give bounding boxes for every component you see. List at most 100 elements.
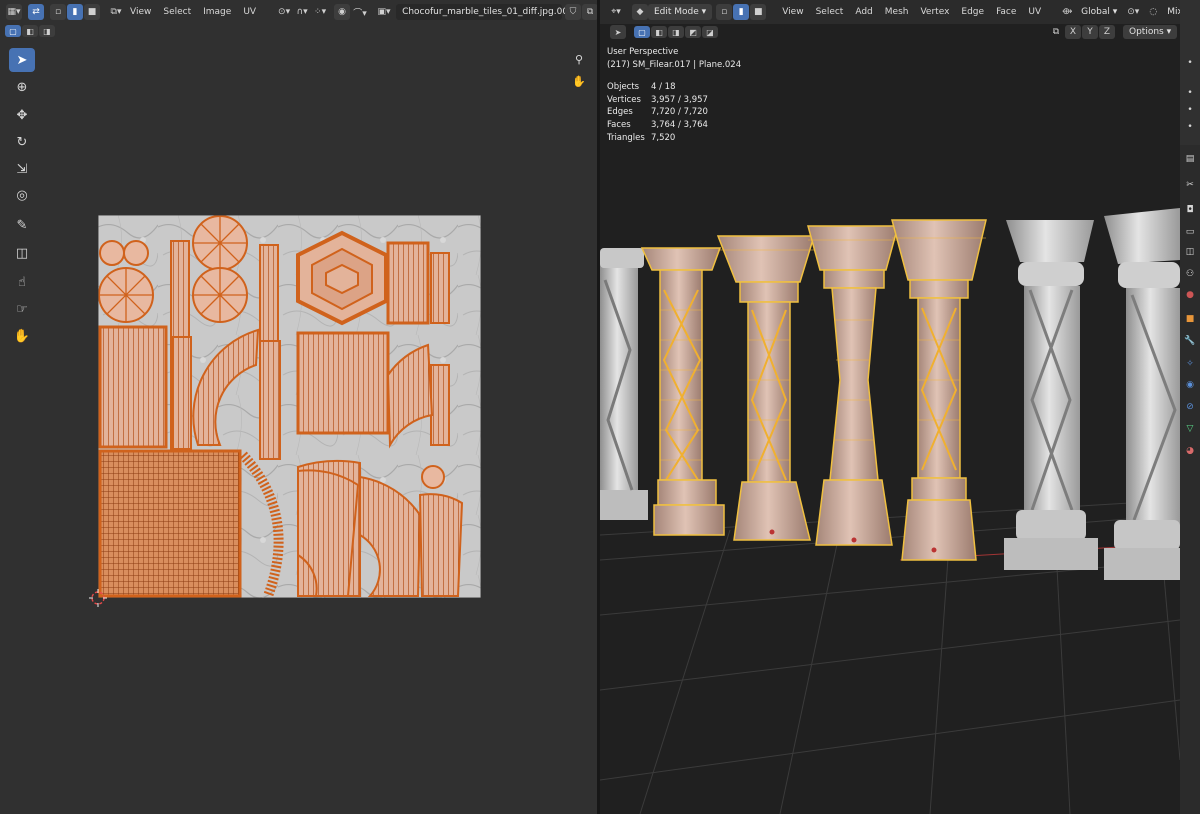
column-selected[interactable] — [640, 247, 725, 536]
rip-tool[interactable]: ◫ — [9, 241, 35, 265]
select-mode-row: ▢ ◧ ◨ — [5, 25, 55, 37]
menu-edge[interactable]: Edge — [961, 7, 984, 17]
menu-uv[interactable]: UV — [243, 7, 256, 17]
vertex-select-icon[interactable]: ▫ — [716, 4, 733, 20]
3d-viewport-panel: ⌖▾ ◆ Edit Mode ▾ ▫ ▮ ■ View Select Add M… — [600, 0, 1180, 814]
mode-icon[interactable]: ◆ — [632, 4, 648, 20]
column-unselected — [600, 248, 648, 520]
select-invert-icon[interactable]: ◩ — [685, 26, 701, 38]
menu-view[interactable]: View — [130, 7, 151, 17]
image-browse-icon[interactable]: ▣▾ — [376, 4, 392, 20]
transform-tool[interactable]: ◎ — [9, 183, 35, 207]
2d-cursor-icon[interactable] — [89, 589, 107, 607]
mirror-icon[interactable]: ⧉ — [1048, 25, 1064, 39]
pivot-icon[interactable]: ⊙▾ — [276, 4, 292, 20]
column-selected[interactable] — [716, 235, 816, 541]
select-box-tool[interactable]: ➤ — [9, 48, 35, 72]
physics-icon[interactable]: ◉ — [1180, 378, 1200, 392]
select-subtract-icon[interactable]: ◨ — [668, 26, 684, 38]
face-select-icon[interactable]: ■ — [84, 4, 100, 20]
data-icon[interactable]: ▽ — [1180, 422, 1200, 436]
proportional-edit-icon[interactable]: ◌ — [1145, 4, 1161, 20]
face-select-icon[interactable]: ■ — [750, 4, 767, 20]
image-name-field[interactable]: Chocofur_marble_tiles_01_diff.jpg.001 — [396, 4, 574, 20]
grab-tool[interactable]: ☝ — [9, 270, 35, 294]
select-subtract-icon[interactable]: ◨ — [39, 25, 55, 37]
move-tool[interactable]: ✥ — [9, 103, 35, 127]
fake-user-icon[interactable]: ⛉ — [565, 4, 582, 20]
select-extend-icon[interactable]: ◧ — [22, 25, 38, 37]
select-new-icon[interactable]: ▢ — [634, 26, 650, 38]
stat-label: Faces — [607, 119, 631, 130]
scene-icon[interactable]: ⚇ — [1180, 267, 1200, 281]
edge-select-icon[interactable]: ▮ — [67, 4, 83, 20]
constraints-icon[interactable]: ⊘ — [1180, 400, 1200, 414]
object-icon[interactable]: ■ — [1180, 312, 1200, 326]
relax-tool[interactable]: ☞ — [9, 297, 35, 321]
tool-icon[interactable]: ✂ — [1180, 178, 1200, 192]
mode-dropdown[interactable]: Edit Mode ▾ — [648, 4, 713, 20]
render-icon[interactable]: ◘ — [1180, 203, 1200, 217]
menu-image[interactable]: Image — [203, 7, 231, 17]
uv-editor-panel: ▦▾ ⇄ ▫ ▮ ■ ⧉▾ View Select Image UV ⊙▾ ∩▾… — [0, 0, 597, 814]
proportional-edit-icon[interactable]: ◉ — [334, 4, 351, 20]
dot-icon[interactable]: • — [1180, 56, 1200, 70]
orientation-icon[interactable]: ⟴ — [1059, 4, 1075, 20]
editor-type-icon[interactable]: ▦▾ — [6, 4, 22, 20]
particles-icon[interactable]: ✧ — [1180, 357, 1200, 371]
select-new-icon[interactable]: ▢ — [5, 25, 21, 37]
column-selected[interactable] — [891, 219, 987, 561]
options-dropdown[interactable]: Options ▾ — [1123, 25, 1178, 39]
proportional-dropdown[interactable]: Mix ▾ — [1161, 4, 1180, 20]
axis-z-toggle[interactable]: Z — [1099, 25, 1115, 39]
dot-icon[interactable]: • — [1180, 103, 1200, 117]
select-intersect-icon[interactable]: ◪ — [702, 26, 718, 38]
axis-x-toggle[interactable]: X — [1065, 25, 1081, 39]
rotate-tool[interactable]: ↻ — [9, 130, 35, 154]
vertex-select-icon[interactable]: ▫ — [50, 4, 66, 20]
annotate-tool[interactable]: ✎ — [9, 213, 35, 237]
menu-view[interactable]: View — [782, 7, 803, 17]
properties-editor-icon[interactable]: ▤ — [1180, 152, 1200, 166]
editor-type-icon[interactable]: ⌖▾ — [608, 4, 624, 20]
column-selected[interactable] — [807, 225, 899, 546]
material-icon[interactable]: ◕ — [1180, 444, 1200, 458]
output-icon[interactable]: ▭ — [1180, 225, 1200, 239]
pinch-tool[interactable]: ✋ — [9, 324, 35, 348]
snap-icon[interactable]: ∩▾ — [294, 4, 310, 20]
menu-uv[interactable]: UV — [1028, 7, 1041, 17]
menu-select[interactable]: Select — [163, 7, 191, 17]
new-image-icon[interactable]: ⧉ — [582, 4, 597, 20]
sticky-select-icon[interactable]: ⧉▾ — [108, 4, 124, 20]
cursor-tool[interactable]: ⊕ — [9, 75, 35, 99]
stat-value: 7,520 — [651, 132, 676, 143]
axis-y-toggle[interactable]: Y — [1082, 25, 1098, 39]
select-extend-icon[interactable]: ◧ — [651, 26, 667, 38]
dot-icon[interactable]: • — [1180, 86, 1200, 100]
uv-canvas[interactable] — [98, 215, 481, 598]
orientation-dropdown[interactable]: Global ▾ — [1075, 4, 1123, 20]
stat-value: 3,957 / 3,957 — [651, 94, 708, 105]
view-layer-icon[interactable]: ◫ — [1180, 245, 1200, 259]
pivot-icon[interactable]: ⊙▾ — [1125, 4, 1141, 20]
dot-icon[interactable]: • — [1180, 120, 1200, 134]
edge-select-icon[interactable]: ▮ — [733, 4, 750, 20]
uv-sync-icon[interactable]: ⇄ — [28, 4, 44, 20]
snap-grid-icon[interactable]: ⁘▾ — [312, 4, 328, 20]
menu-vertex[interactable]: Vertex — [920, 7, 949, 17]
pan-hand-icon[interactable]: ✋ — [570, 72, 588, 90]
select-tool-small-icon[interactable]: ➤ — [610, 25, 626, 39]
world-icon[interactable]: ● — [1180, 288, 1200, 302]
menu-select[interactable]: Select — [816, 7, 844, 17]
zoom-icon[interactable]: ⚲ — [570, 50, 588, 68]
column-unselected — [1004, 220, 1098, 570]
modifier-icon[interactable]: 🔧 — [1180, 334, 1200, 348]
stat-label: Triangles — [607, 132, 645, 143]
viewport-scene[interactable] — [600, 200, 1180, 814]
menu-face[interactable]: Face — [996, 7, 1016, 17]
menu-mesh[interactable]: Mesh — [885, 7, 909, 17]
viewport-header: ⌖▾ ◆ Edit Mode ▾ ▫ ▮ ■ View Select Add M… — [600, 0, 1180, 24]
falloff-icon[interactable]: ⌒▾ — [352, 4, 368, 20]
menu-add[interactable]: Add — [855, 7, 872, 17]
scale-tool[interactable]: ⇲ — [9, 157, 35, 181]
